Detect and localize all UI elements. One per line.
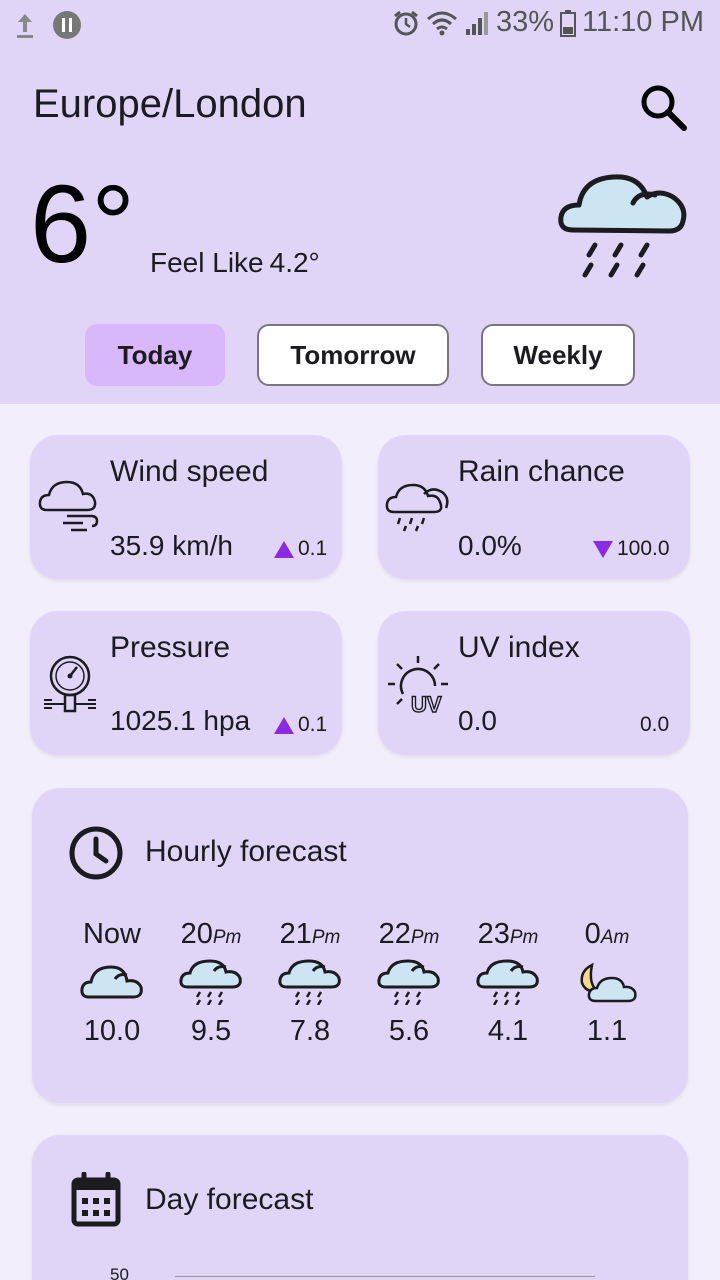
pressure-value: 1025.1 hpa [110, 705, 251, 736]
arrow-up-icon [274, 716, 294, 734]
cloud-rain-icon [278, 959, 341, 1005]
alarm-icon [394, 10, 418, 35]
rain-chance-title: Rain chance [458, 455, 625, 488]
hour-suffix: Pm [509, 927, 539, 948]
wind-speed-title: Wind speed [110, 455, 269, 488]
pressure-title: Pressure [110, 631, 231, 664]
uv-sun-icon: UV [388, 656, 448, 718]
rain-chance-value: 0.0% [458, 530, 522, 561]
barometer-icon [44, 655, 96, 713]
rain-cloud-icon [385, 483, 449, 532]
arrow-up-icon [274, 540, 294, 558]
hour-temp: 10.0 [83, 1015, 141, 1047]
hour-item: 20Pm 9.5 [166, 918, 256, 1048]
location-title: Europe/London [33, 82, 307, 126]
cloud-rain-icon [179, 959, 242, 1005]
hour-suffix: Am [600, 927, 630, 948]
clock: 11:10 PM [582, 6, 704, 38]
hour-item: Now 10.0 [67, 918, 157, 1048]
hour-suffix: Pm [311, 927, 341, 948]
rain-chance-change: 100.0 [593, 537, 670, 561]
pressure-change-value: 0.1 [298, 713, 328, 736]
cloud-icon [80, 965, 143, 999]
upload-icon [17, 14, 33, 38]
svg-text:UV: UV [411, 692, 442, 717]
pause-app-icon [53, 11, 81, 39]
pressure-change: 0.1 [274, 713, 327, 737]
hour-item: 21Pm 7.8 [265, 918, 355, 1048]
search-icon[interactable] [636, 80, 690, 134]
wind-speed-change: 0.1 [274, 537, 327, 561]
hour-item: 0Am 1.1 [562, 918, 652, 1048]
wind-speed-value: 35.9 km/h [110, 530, 233, 561]
cloud-rain-icon [377, 959, 440, 1005]
moon-cloud-icon [580, 962, 637, 1003]
feels-like: Feel Like 4.2° [150, 247, 320, 279]
signal-icon [465, 11, 488, 35]
hour-suffix: Pm [212, 927, 242, 948]
tab-tomorrow[interactable]: Tomorrow [257, 324, 449, 386]
clock-icon [69, 826, 123, 880]
hour-temp: 7.8 [289, 1015, 331, 1047]
current-temperature: 6° [30, 163, 136, 286]
uv-index-change: 0.0 [640, 713, 669, 737]
hour-temp: 1.1 [586, 1015, 628, 1047]
wind-speed-change-value: 0.1 [298, 537, 328, 560]
day-forecast-title: Day forecast [145, 1183, 314, 1216]
status-bar: 33% 11:10 PM [0, 0, 720, 48]
hour-item: 23Pm 4.1 [463, 918, 553, 1048]
hour-item: 22Pm 5.6 [364, 918, 454, 1048]
day-forecast-card [32, 1135, 688, 1280]
hour-label: 20 [180, 918, 213, 950]
hour-label: 23 [477, 918, 510, 950]
hour-suffix: Pm [410, 927, 440, 948]
battery-icon [560, 9, 577, 37]
hour-label: 0 [584, 918, 601, 950]
tab-weekly[interactable]: Weekly [481, 324, 635, 386]
wifi-icon [426, 11, 457, 35]
feels-like-label: Feel Like [150, 247, 264, 278]
hour-label: 21 [279, 918, 312, 950]
hour-label: Now [82, 918, 141, 950]
chart-y-tick: 50 [110, 1265, 129, 1280]
tab-today[interactable]: Today [85, 324, 225, 386]
uv-index-change-value: 0.0 [640, 713, 670, 736]
cloud-rain-icon [558, 174, 687, 278]
hour-temp: 4.1 [487, 1015, 529, 1047]
feels-like-value: 4.2° [269, 247, 320, 278]
wind-cloud-icon [38, 480, 99, 532]
hour-temp: 9.5 [190, 1015, 232, 1047]
uv-index-title: UV index [458, 631, 580, 664]
rain-chance-change-value: 100.0 [617, 537, 670, 560]
hour-temp: 5.6 [388, 1015, 430, 1047]
uv-index-value: 0.0 [458, 705, 497, 736]
calendar-icon [71, 1172, 121, 1227]
arrow-down-icon [593, 540, 613, 558]
battery-percent: 33% [495, 6, 555, 38]
hour-label: 22 [378, 918, 411, 950]
cloud-rain-icon [476, 959, 539, 1005]
chart-gridline [175, 1276, 595, 1277]
hourly-forecast-title: Hourly forecast [145, 835, 347, 868]
